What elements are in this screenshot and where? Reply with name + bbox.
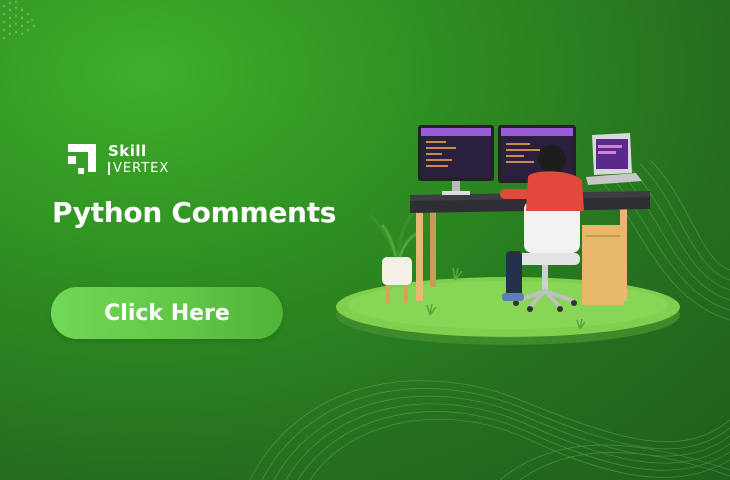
brand-logo: Skill VERTEX: [66, 138, 169, 180]
brand-line-1: Skill: [108, 141, 147, 160]
page-title: Python Comments: [52, 196, 337, 229]
developer-desk-illustration: [336, 125, 680, 345]
brand-wordmark: Skill VERTEX: [108, 141, 169, 175]
dot-pattern-decoration: [2, 0, 36, 40]
click-here-button[interactable]: Click Here: [51, 287, 283, 339]
brand-line-2: VERTEX: [108, 161, 169, 175]
banner: Skill VERTEX Python Comments Click Here: [0, 0, 730, 480]
skill-vertex-logo-icon: [68, 144, 96, 174]
